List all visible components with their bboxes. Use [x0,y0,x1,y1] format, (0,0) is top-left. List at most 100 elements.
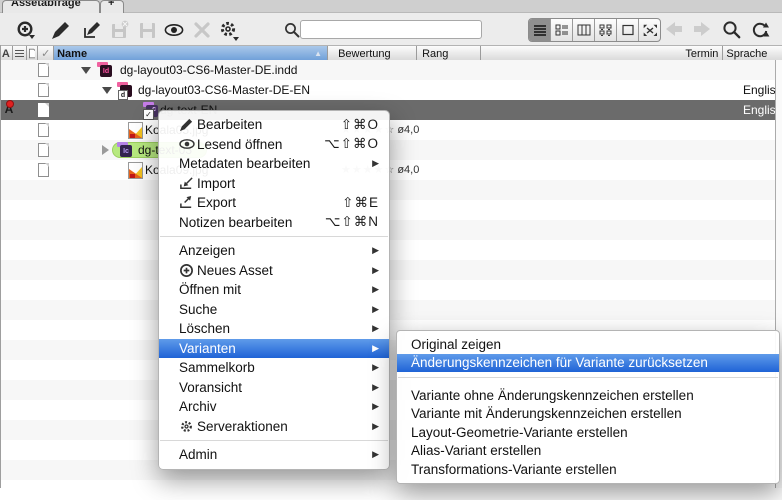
column-header-sprache[interactable]: Sprache [723,46,782,61]
menu-item-label: Metadaten bearbeiten [179,156,310,171]
single-view-icon[interactable] [617,19,639,41]
menu-item-neues-asset[interactable]: Neues Asset ▶ [159,261,389,281]
menu-item-archiv[interactable]: Archiv ▶ [159,397,389,417]
column-view-icon[interactable] [573,19,595,41]
gear-icon [179,419,197,434]
new-tab-button[interactable]: + [100,0,124,13]
menu-item-voransicht[interactable]: Voransicht▶ [159,378,389,398]
detail-view-icon[interactable] [551,19,573,41]
collapse-triangle-icon[interactable] [102,87,112,94]
menu-item-bearbeiten[interactable]: Bearbeiten⇧⌘O [159,115,389,135]
back-arrow-icon[interactable] [664,20,684,40]
menu-item-öffnen-mit[interactable]: Öffnen mit ▶ [159,280,389,300]
menu-item-original-zeigen[interactable]: Original zeigen [397,335,779,354]
submenu-arrow-icon: ▶ [372,284,379,295]
menu-item-änderungskennzeichen-für-variante-zurücksetzen[interactable]: Änderungskennzeichen für Variante zurück… [397,354,779,373]
tab-assetabfrage[interactable]: Assetabfrage [2,0,100,13]
menu-item-sammelkorb[interactable]: Sammelkorb▶ [159,358,389,378]
edit-pencil-icon[interactable] [50,20,70,40]
save-icon[interactable] [138,20,158,40]
menu-item-label: Archiv [179,399,217,414]
menu-item-metadaten-bearbeiten[interactable]: Metadaten bearbeiten ▶ [159,154,389,174]
eye-icon [179,137,197,152]
plus-circle-icon [179,263,197,278]
menu-item-label: Alias-Variant erstellen [411,443,541,458]
menu-item-label: Öffnen mit [179,282,241,297]
menu-item-anzeigen[interactable]: Anzeigen▶ [159,241,389,261]
table-row[interactable]: Iddg-layout03-CS6-Master-DE.indd [0,60,775,80]
save-version-icon[interactable] [110,20,130,40]
document-type-icon [38,143,49,157]
context-menu: Bearbeiten⇧⌘OLesend öffnen⌥⇧⌘OMetadaten … [158,110,390,470]
menu-item-variante-ohne-änderungskennzeichen-erstellen[interactable]: Variante ohne Änderungskennzeichen erste… [397,386,779,405]
menu-item-lesend-öffnen[interactable]: Lesend öffnen⌥⇧⌘O [159,135,389,155]
menu-item-label: Lesend öffnen [197,137,282,152]
menu-item-label: Neues Asset [197,263,273,278]
menu-item-label: Layout-Geometrie-Variante erstellen [411,425,628,440]
expand-triangle-icon[interactable] [102,145,109,155]
menu-item-notizen-bearbeiten[interactable]: Notizen bearbeiten⌥⇧⌘N [159,213,389,233]
menu-item-label: Variante mit Änderungskennzeichen erstel… [411,406,682,421]
menu-item-admin[interactable]: Admin▶ [159,445,389,465]
submenu-arrow-icon: ▶ [372,158,379,169]
submenu-arrow-icon: ▶ [372,362,379,373]
menu-item-label: Änderungskennzeichen für Variante zurück… [411,355,708,370]
document-type-icon [38,123,49,137]
actions-gear-icon[interactable] [218,20,238,40]
menu-item-label: Notizen bearbeiten [179,215,292,230]
list-view-icon[interactable] [529,19,551,41]
submenu-arrow-icon: ▶ [372,323,379,334]
submenu-arrow-icon: ▶ [372,401,379,412]
column-header-termin[interactable]: Termin [481,46,724,61]
menu-item-varianten[interactable]: Varianten▶ [159,339,389,359]
edit-metadata-icon[interactable] [82,20,102,40]
forward-arrow-icon[interactable] [692,20,712,40]
refresh-icon[interactable] [750,20,770,40]
menu-item-variante-mit-änderungskennzeichen-erstellen[interactable]: Variante mit Änderungskennzeichen erstel… [397,405,779,424]
free-arrange-view-icon[interactable] [639,19,660,41]
menu-item-transformations-variante-erstellen[interactable]: Transformations-Variante erstellen [397,460,779,479]
menu-item-label: Löschen [179,321,230,336]
submenu-arrow-icon: ▶ [372,265,379,276]
column-header-rang[interactable]: Rang [417,46,481,61]
menu-item-serveraktionen[interactable]: Serveraktionen▶ [159,417,389,437]
plus-icon: + [108,0,114,9]
sort-ascending-icon: ▲ [314,49,322,58]
menu-item-label: Import [197,176,235,191]
search-magnifier-icon[interactable] [722,20,742,40]
submenu-arrow-icon: ▶ [372,421,379,432]
new-asset-icon[interactable] [16,20,36,40]
column-header-name[interactable]: Name ▲ [54,46,328,61]
menu-item-layout-geometrie-variante-erstellen[interactable]: Layout-Geometrie-Variante erstellen [397,423,779,442]
column-header-check[interactable]: ✓ [38,46,54,61]
document-type-icon [38,83,49,97]
menu-item-label: Bearbeiten [197,117,262,132]
tab-label: Assetabfrage [11,0,81,9]
list-icon [15,50,24,58]
window-left-edge [0,45,1,488]
column-header-type[interactable] [13,46,27,61]
search-input[interactable] [300,20,482,39]
menu-item-import[interactable]: Import [159,174,389,194]
table-row[interactable]: ddg-layout03-CS6-Master-DE-ENEnglisch [0,80,775,100]
column-header-bewertung[interactable]: Bewertung [328,46,417,61]
tab-strip: Assetabfrage + [0,0,782,13]
export-icon [179,195,197,210]
import-icon [179,176,197,191]
menu-item-label: Transformations-Variante erstellen [411,462,617,477]
menu-item-label: Varianten [179,341,236,356]
menu-item-alias-variant-erstellen[interactable]: Alias-Variant erstellen [397,442,779,461]
column-header-document[interactable] [27,46,39,61]
submenu-arrow-icon: ▶ [372,245,379,256]
menu-item-label: Admin [179,447,217,462]
thumbnail-view-icon[interactable] [595,19,617,41]
column-header-flag[interactable]: A [0,46,13,61]
menu-item-löschen[interactable]: Löschen ▶ [159,319,389,339]
close-x-icon[interactable] [192,20,212,40]
preview-eye-icon[interactable] [164,20,184,40]
menu-item-export[interactable]: Export⇧⌘E [159,193,389,213]
menu-item-suche[interactable]: Suche▶ [159,300,389,320]
indesign-variant-icon: d [117,82,133,98]
jpeg-image-icon [128,122,143,139]
collapse-triangle-icon[interactable] [81,67,91,74]
